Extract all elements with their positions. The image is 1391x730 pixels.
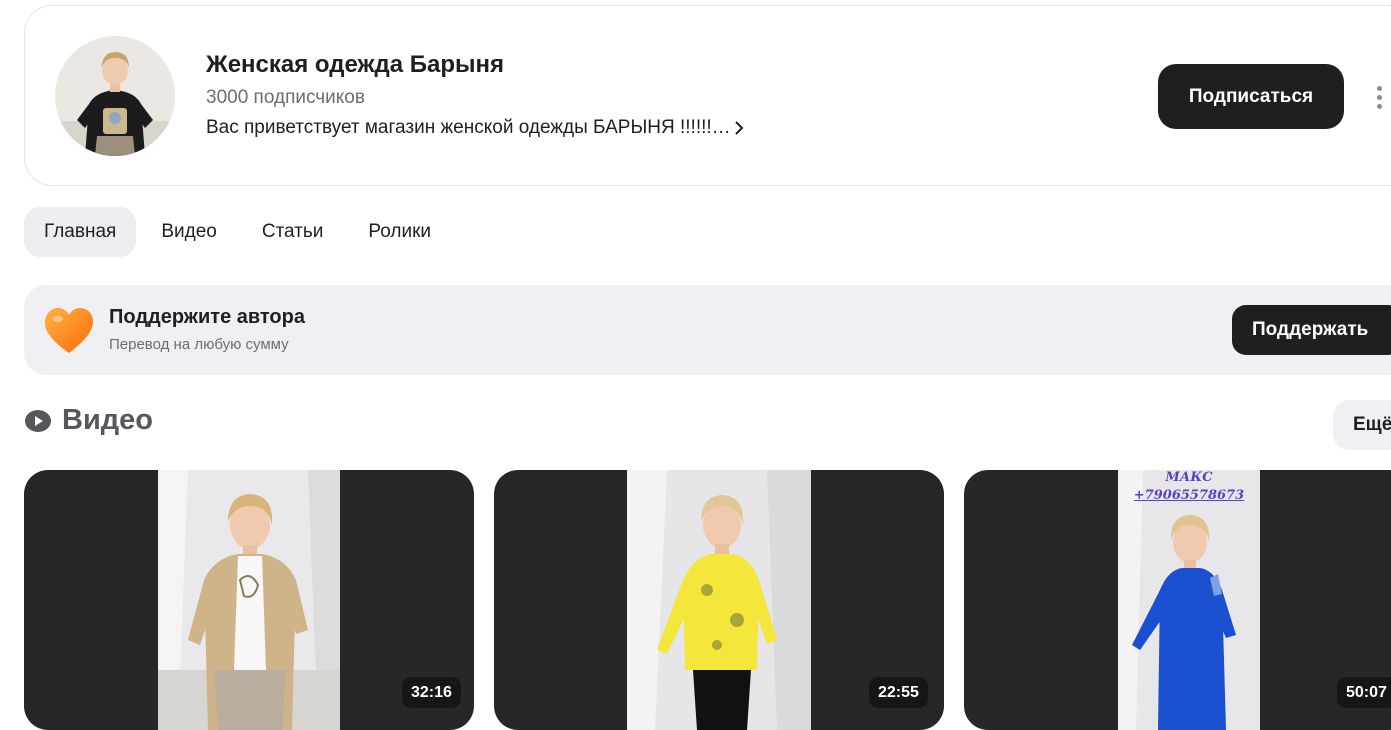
video-thumbnail [627, 470, 811, 730]
channel-description-link[interactable]: Вас приветствует магазин женской одежды … [206, 117, 745, 139]
video-thumbnail [158, 470, 340, 730]
support-title: Поддержите автора [109, 306, 305, 328]
channel-header: Женская одежда Барыня 3000 подписчиков В… [24, 5, 1391, 186]
channel-description: Вас приветствует магазин женской одежды … [206, 117, 731, 138]
video-duration: 22:55 [869, 677, 928, 708]
more-videos-button[interactable]: Ещё [1333, 400, 1391, 450]
support-author-banner: Поддержите автора Перевод на любую сумму… [24, 285, 1391, 375]
video-card[interactable]: МАКС +79065578673 50:07 [964, 470, 1391, 730]
channel-tabs: Главная Видео Статьи Ролики [24, 207, 456, 257]
video-duration: 32:16 [402, 677, 461, 708]
tab-video[interactable]: Видео [141, 207, 237, 257]
tab-main[interactable]: Главная [24, 207, 137, 257]
subscribe-button[interactable]: Подписаться [1158, 64, 1344, 129]
video-section-title: Видео [62, 404, 154, 436]
subscriber-count: 3000 подписчиков [206, 87, 365, 108]
support-button[interactable]: Поддержать [1232, 305, 1391, 355]
channel-avatar[interactable] [55, 36, 175, 156]
tab-shorts[interactable]: Ролики [348, 207, 451, 257]
video-card[interactable]: 32:16 [24, 470, 474, 730]
video-card[interactable]: 22:55 [494, 470, 944, 730]
video-section-header: Видео [24, 404, 153, 437]
more-options-icon[interactable] [1365, 80, 1391, 114]
video-icon [25, 409, 51, 432]
video-duration: 50:07 [1337, 677, 1391, 708]
video-thumbnail: МАКС +79065578673 [1118, 470, 1260, 730]
video-overlay-phone: +79065578673 [1133, 488, 1245, 503]
tab-articles[interactable]: Статьи [242, 207, 344, 257]
support-subtitle: Перевод на любую сумму [109, 336, 289, 353]
channel-title: Женская одежда Барыня [206, 51, 505, 78]
heart-icon [44, 307, 94, 353]
video-overlay-text: МАКС [1165, 470, 1213, 485]
chevron-right-icon [734, 121, 744, 135]
